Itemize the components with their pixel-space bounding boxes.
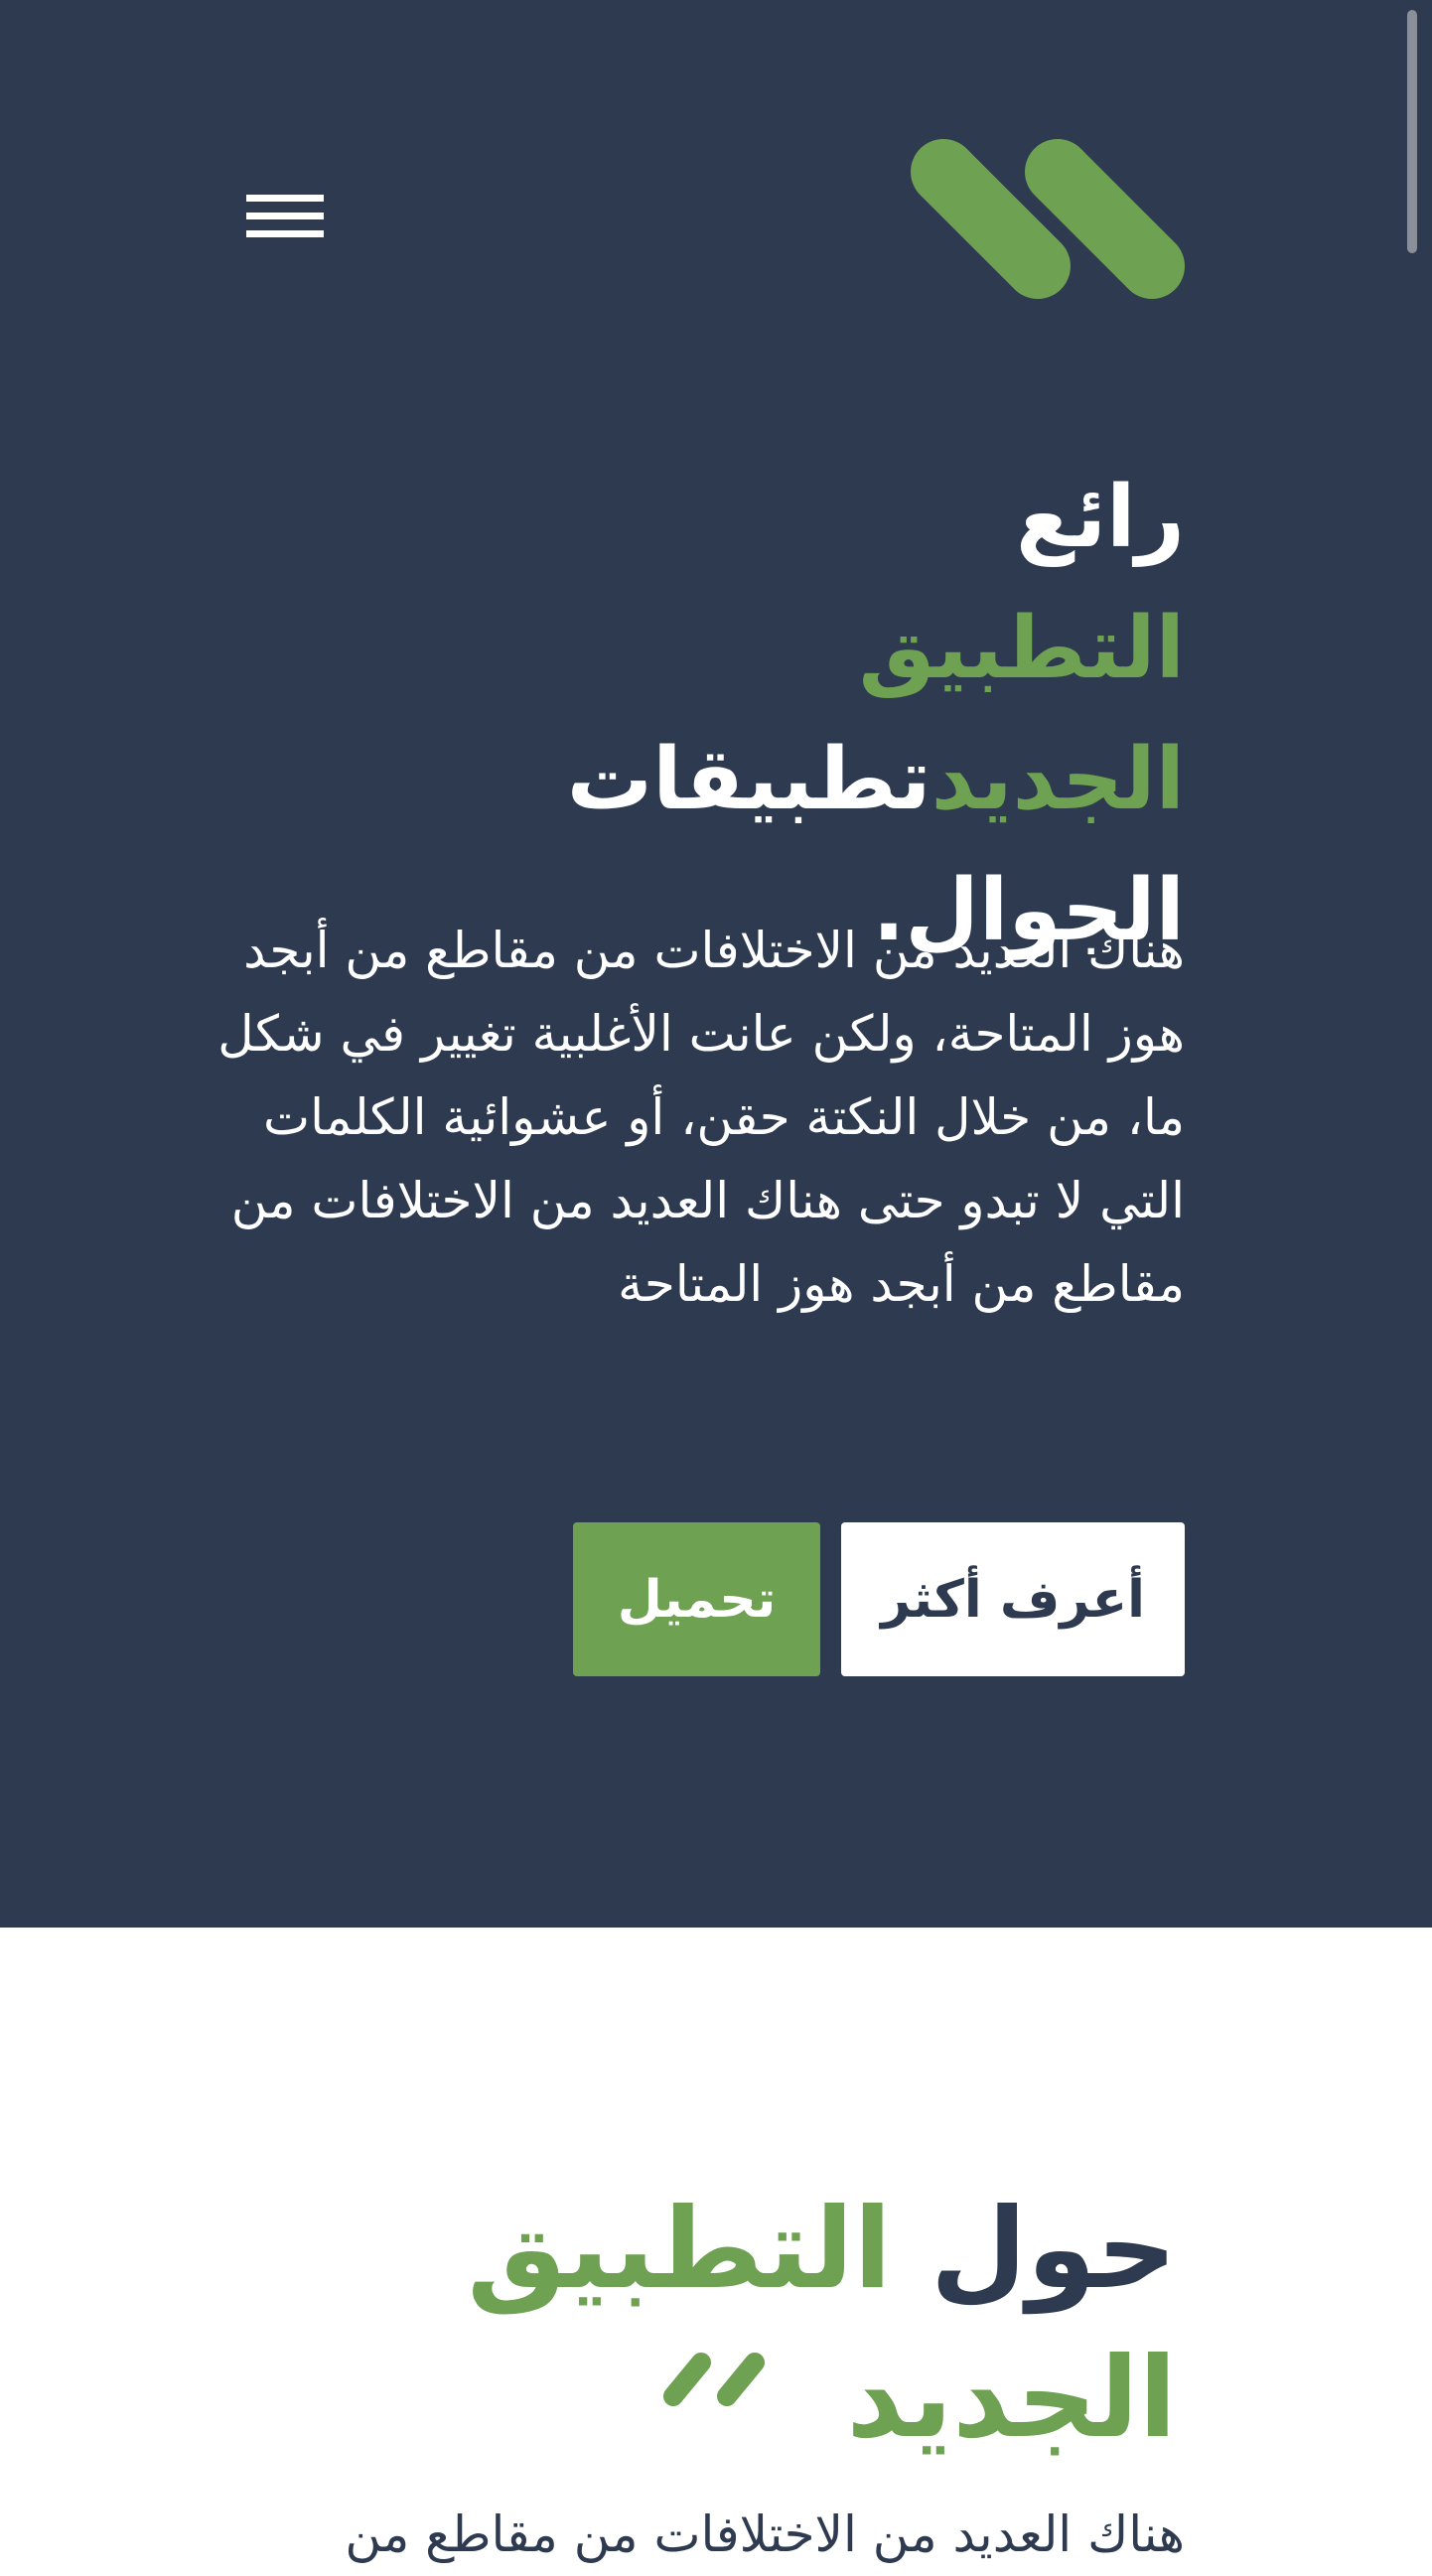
hero-section: رائع التطبيق الجديدتطبيقات الجوال. هناك ال… xyxy=(0,0,1432,1928)
hero-description: هناك العديد من الاختلافات من مقاطع من أب… xyxy=(217,922,1185,1313)
hero-title-line2-rest: تطبيقات xyxy=(566,730,931,829)
hero-title-line1: رائع xyxy=(1015,468,1185,567)
about-title-prefix: حول xyxy=(930,2185,1177,2314)
double-slash-logo-icon[interactable] xyxy=(909,137,1187,301)
learn-more-button[interactable]: أعرف أكثر xyxy=(841,1522,1185,1676)
download-button[interactable]: تحميل xyxy=(573,1522,820,1676)
hamburger-menu-icon[interactable] xyxy=(246,192,324,251)
about-title: حول التطبيق الجديد xyxy=(199,2175,1177,2473)
menu-bar-middle xyxy=(246,213,324,219)
page-scrollbar[interactable] xyxy=(1407,10,1417,253)
about-description: هناك العديد من الاختلافات من مقاطع من xyxy=(345,2505,1185,2563)
menu-bar-top xyxy=(246,195,324,202)
menu-bar-bottom xyxy=(246,230,324,237)
double-slash-divider-icon xyxy=(663,2353,765,2406)
hero-title: رائع التطبيق الجديدتطبيقات الجوال. xyxy=(298,452,1185,976)
